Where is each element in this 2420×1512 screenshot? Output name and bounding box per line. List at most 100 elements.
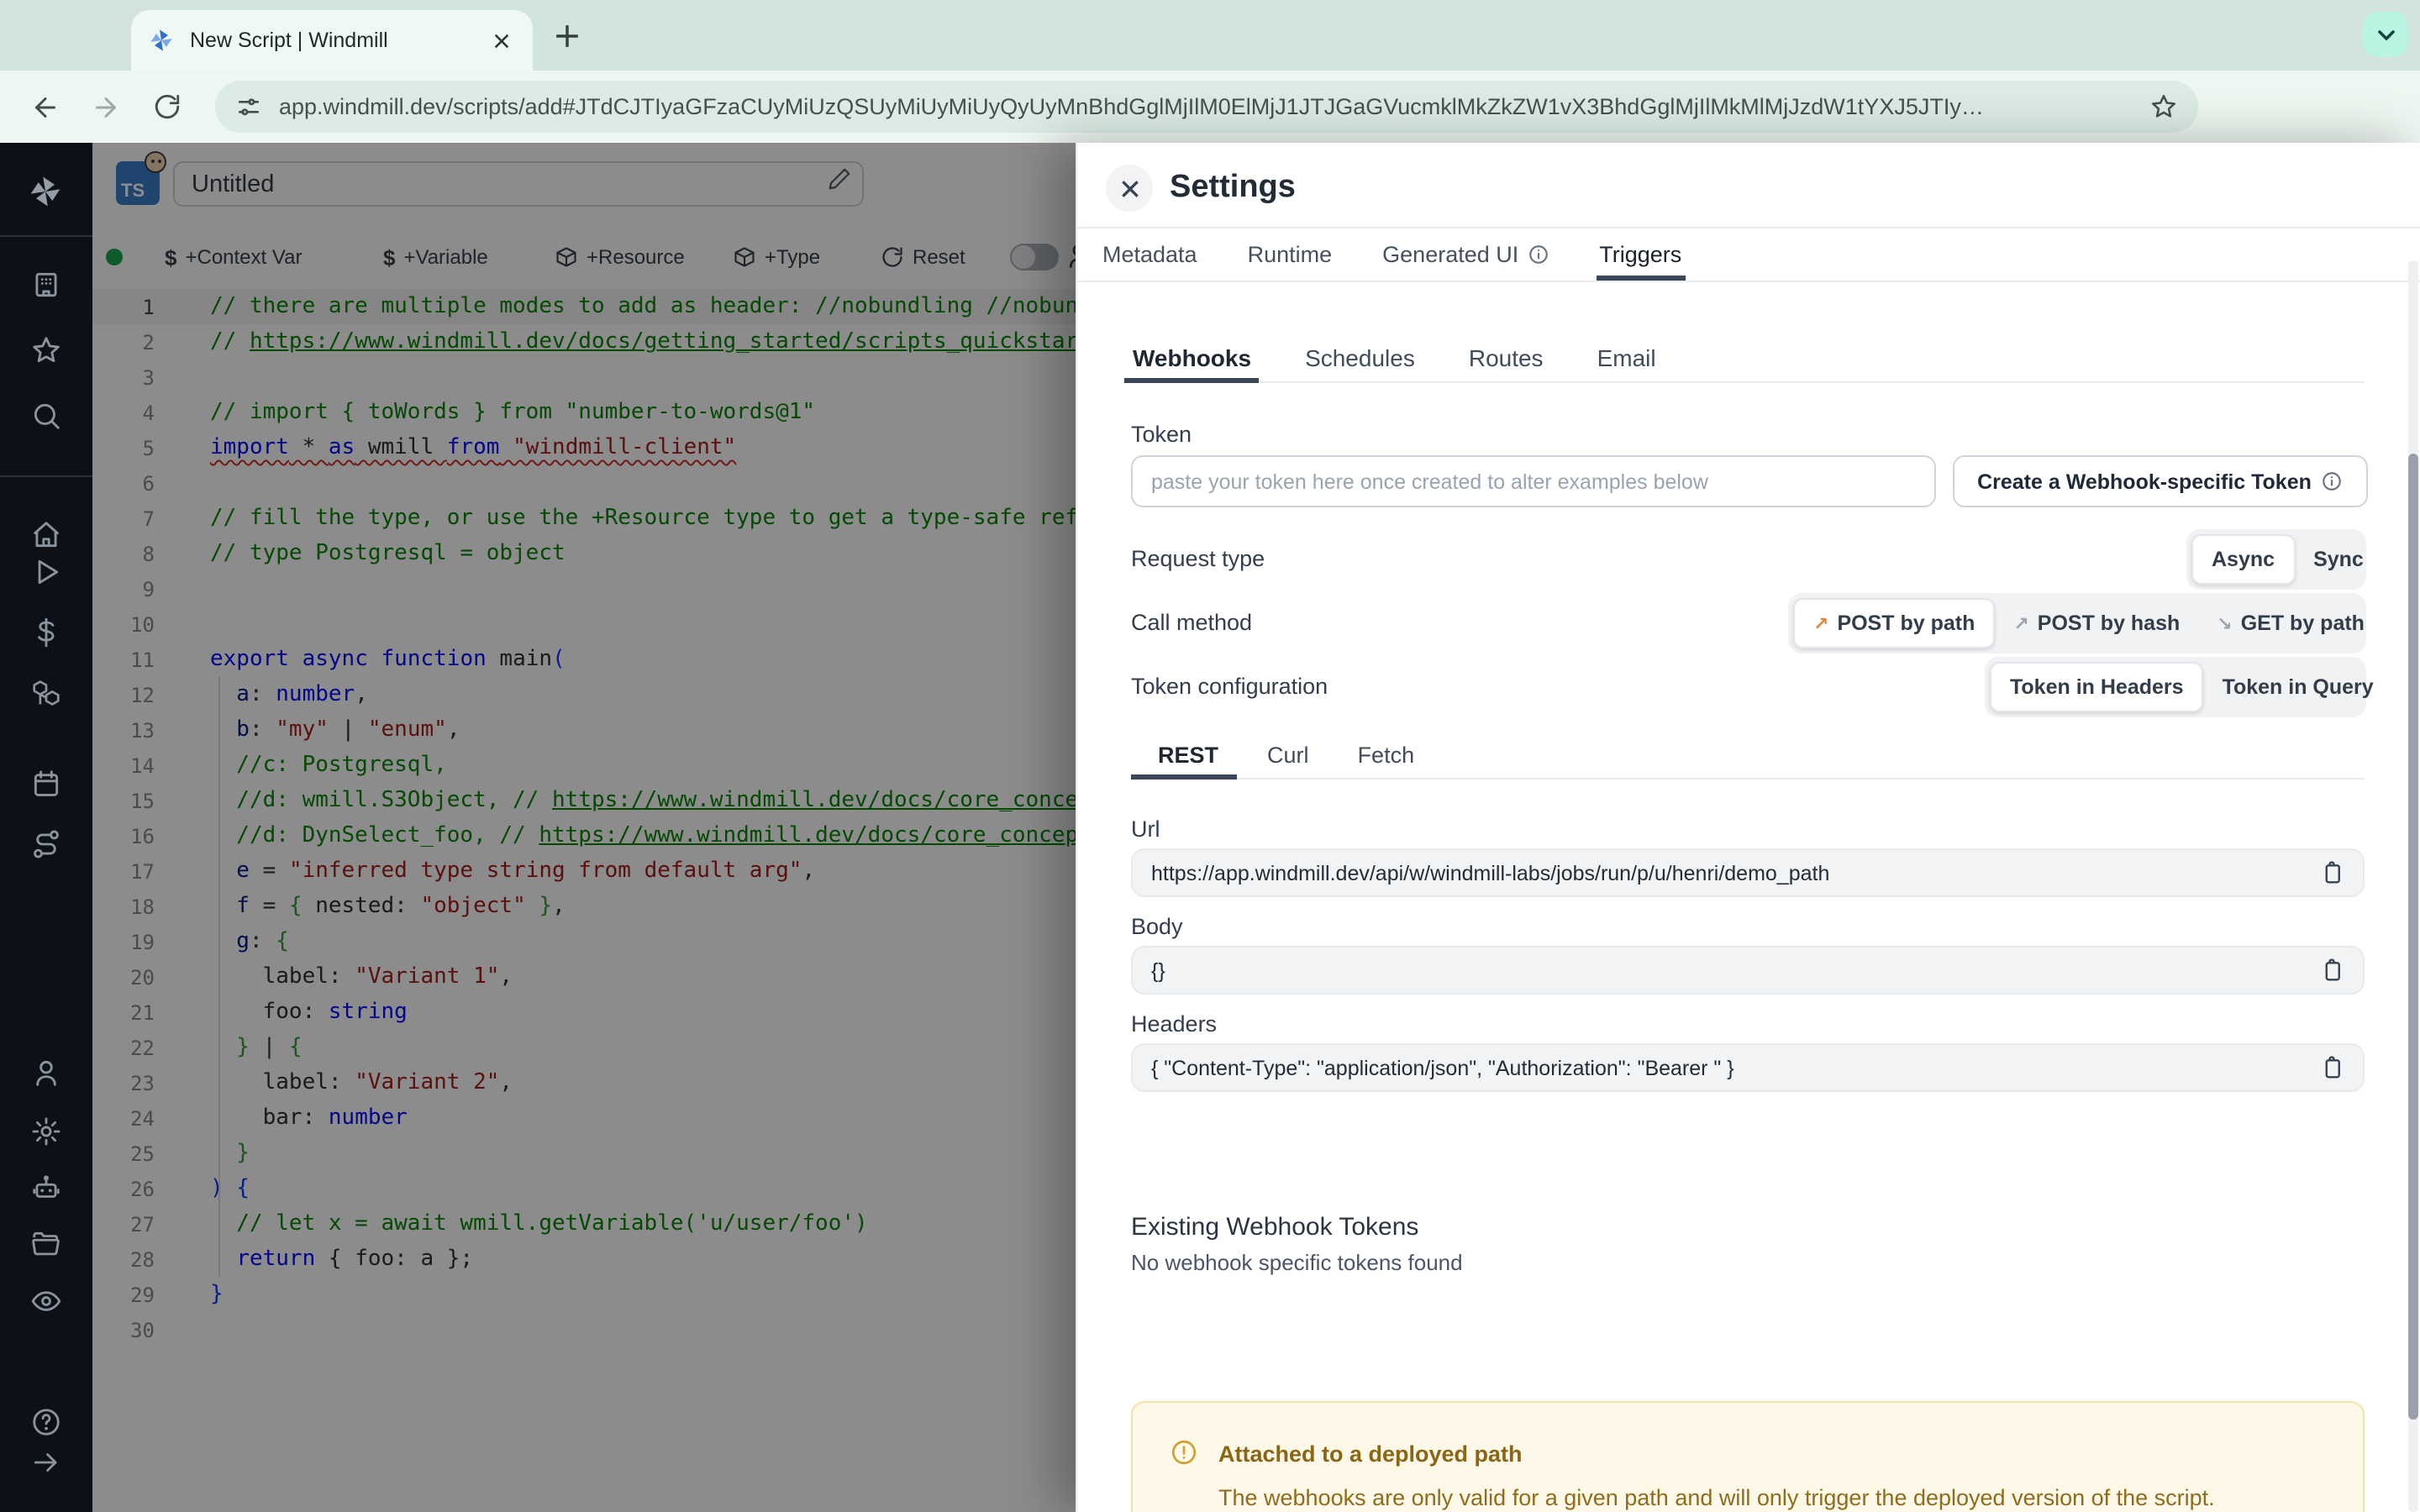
subtab-routes[interactable]: Routes — [1469, 334, 1544, 381]
code-line[interactable]: 15 //d: wmill.S3Object, // https://www.w… — [92, 783, 1077, 818]
panel-scrollbar-thumb[interactable] — [2408, 454, 2418, 1420]
new-tab-button[interactable] — [546, 15, 587, 55]
code-line[interactable]: 11 export async function main( — [92, 642, 1077, 677]
code-line[interactable]: 19 g: { — [92, 924, 1077, 959]
tab-runtime[interactable]: Runtime — [1248, 227, 1333, 281]
create-webhook-token-button[interactable]: Create a Webhook-specific Token — [1953, 455, 2368, 507]
request-type-sync[interactable]: Sync — [2295, 536, 2382, 583]
browser-tab[interactable]: New Script | Windmill — [131, 10, 533, 71]
expand-sidebar-arrow-icon[interactable] — [30, 1446, 62, 1478]
token-input[interactable]: paste your token here once created to al… — [1131, 455, 1936, 507]
tab-generated-ui[interactable]: Generated UI — [1382, 227, 1549, 281]
help-icon[interactable] — [30, 1406, 62, 1438]
code-line[interactable]: 9 — [92, 571, 1077, 606]
code-line[interactable]: 24 bar: number — [92, 1100, 1077, 1136]
code-line[interactable]: 3 — [92, 360, 1077, 395]
code-line[interactable]: 27 // let x = await wmill.getVariable('u… — [92, 1206, 1077, 1242]
bookmark-star-icon[interactable] — [2149, 92, 2178, 121]
code-line[interactable]: 30 — [92, 1312, 1077, 1347]
workspace-building-icon[interactable] — [30, 269, 62, 301]
home-icon[interactable] — [30, 519, 62, 551]
add-context-var-button[interactable]: $ +Context Var — [165, 235, 302, 279]
line-number: 8 — [142, 542, 155, 565]
add-type-button[interactable]: +Type — [733, 235, 820, 279]
code-area[interactable]: 1 // there are multiple modes to add as h… — [92, 289, 1077, 1347]
code-text: bar: number — [210, 1105, 408, 1131]
add-resource-label: +Resource — [587, 245, 685, 269]
favorites-star-icon[interactable] — [30, 334, 62, 366]
tab-metadata[interactable]: Metadata — [1102, 227, 1197, 281]
webhook-url-field[interactable]: https://app.windmill.dev/api/w/windmill-… — [1131, 848, 2365, 897]
window-chevron-button[interactable] — [2363, 12, 2408, 57]
variables-dollar-icon[interactable] — [30, 617, 62, 648]
code-line[interactable]: 8 // type Postgresql = object — [92, 536, 1077, 571]
code-line[interactable]: 1 // there are multiple modes to add as h… — [92, 289, 1077, 324]
copy-clipboard-icon[interactable] — [2319, 1055, 2344, 1080]
copy-clipboard-icon[interactable] — [2319, 958, 2344, 983]
code-line[interactable]: 22 } | { — [92, 1030, 1077, 1065]
tab-curl[interactable]: Curl — [1267, 742, 1309, 767]
runs-play-icon[interactable] — [30, 556, 62, 588]
code-line[interactable]: 12 a: number, — [92, 677, 1077, 712]
code-line[interactable]: 28 return { foo: a }; — [92, 1242, 1077, 1277]
code-line[interactable]: 29} — [92, 1277, 1077, 1312]
users-icon[interactable] — [30, 1057, 62, 1089]
site-settings-icon[interactable] — [235, 93, 262, 120]
code-line[interactable]: 2 // https://www.windmill.dev/docs/gettin… — [92, 324, 1077, 360]
assistant-toggle[interactable] — [1010, 244, 1059, 270]
code-line[interactable]: 6 — [92, 465, 1077, 501]
url-text[interactable]: app.windmill.dev/scripts/add#JTdCJTIyaGF… — [279, 94, 2149, 119]
request-type-async[interactable]: Async — [2191, 534, 2296, 585]
code-line[interactable]: 21 foo: string — [92, 995, 1077, 1030]
forward-button[interactable] — [81, 81, 131, 132]
call-method-post-by-path[interactable]: ↗ POST by path — [1793, 598, 1996, 648]
code-line[interactable]: 7 // fill the type, or use the +Resource … — [92, 501, 1077, 536]
call-method-get-by-path[interactable]: ↘ GET by path — [2198, 600, 2383, 647]
edit-pencil-icon[interactable] — [827, 166, 852, 192]
code-line[interactable]: 16 //d: DynSelect_foo, // https://www.wi… — [92, 818, 1077, 853]
tab-rest[interactable]: REST — [1158, 742, 1218, 767]
windmill-logo[interactable] — [27, 173, 64, 210]
token-in-query[interactable]: Token in Query — [2204, 664, 2392, 711]
resources-boxes-icon[interactable] — [30, 677, 62, 709]
tab-close-icon[interactable] — [486, 25, 516, 55]
schedules-calendar-icon[interactable] — [30, 768, 62, 800]
code-line[interactable]: 4 // import { toWords } from "number-to-w… — [92, 395, 1077, 430]
token-in-headers[interactable]: Token in Headers — [1990, 662, 2204, 712]
url-bar[interactable]: app.windmill.dev/scripts/add#JTdCJTIyaGF… — [215, 81, 2198, 133]
ai-robot-icon[interactable] — [30, 1173, 62, 1205]
add-resource-button[interactable]: +Resource — [555, 235, 685, 279]
tab-triggers[interactable]: Triggers — [1596, 227, 1686, 281]
audit-eye-icon[interactable] — [30, 1285, 62, 1317]
reload-button[interactable] — [141, 81, 192, 132]
code-line[interactable]: 10 — [92, 606, 1077, 642]
script-title: Untitled — [192, 171, 275, 197]
code-line[interactable]: 17 e = "inferred type string from defaul… — [92, 853, 1077, 889]
back-button[interactable] — [20, 81, 71, 132]
settings-gear-icon[interactable] — [30, 1116, 62, 1147]
reset-button[interactable]: Reset — [881, 235, 965, 279]
call-method-post-by-hash[interactable]: ↗ POST by hash — [1995, 600, 2198, 647]
webhook-body-field[interactable]: {} — [1131, 946, 2365, 995]
folders-icon[interactable] — [30, 1228, 62, 1260]
search-icon[interactable] — [30, 400, 62, 432]
code-text: //d: wmill.S3Object, // https://www.wind… — [210, 788, 1077, 813]
code-line[interactable]: 18 f = { nested: "object" }, — [92, 889, 1077, 924]
code-line[interactable]: 23 label: "Variant 2", — [92, 1065, 1077, 1100]
subtab-schedules[interactable]: Schedules — [1305, 334, 1415, 381]
copy-clipboard-icon[interactable] — [2319, 860, 2344, 885]
subtab-email[interactable]: Email — [1597, 334, 1656, 381]
code-line[interactable]: 20 label: "Variant 1", — [92, 959, 1077, 995]
code-line[interactable]: 14 //c: Postgresql, — [92, 748, 1077, 783]
webhook-headers-field[interactable]: { "Content-Type": "application/json", "A… — [1131, 1043, 2365, 1092]
subtab-webhooks[interactable]: Webhooks — [1133, 334, 1251, 381]
code-line[interactable]: 26) { — [92, 1171, 1077, 1206]
script-summary-input[interactable]: Untitled — [173, 161, 864, 207]
add-variable-button[interactable]: $ +Variable — [383, 235, 488, 279]
tab-fetch[interactable]: Fetch — [1358, 742, 1415, 767]
code-line[interactable]: 13 b: "my" | "enum", — [92, 712, 1077, 748]
code-line[interactable]: 5 import * as wmill from "windmill-client… — [92, 430, 1077, 465]
close-settings-button[interactable] — [1106, 165, 1153, 212]
code-line[interactable]: 25 } — [92, 1136, 1077, 1171]
routes-icon[interactable] — [30, 828, 62, 860]
